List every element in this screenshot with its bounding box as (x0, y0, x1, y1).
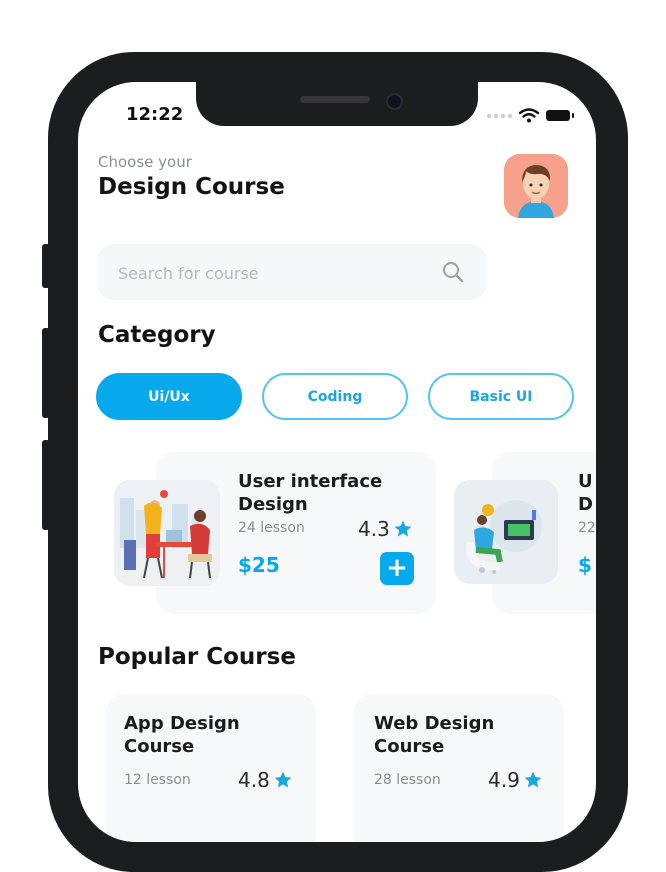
course-price: $25 (238, 553, 280, 577)
popular-heading: Popular Course (98, 644, 296, 670)
page-title: Design Course (98, 174, 285, 200)
mute-switch (42, 244, 50, 288)
notch (196, 82, 478, 126)
popular-lesson-count: 12 lesson (124, 772, 191, 788)
course-title-line2: Design (238, 494, 308, 515)
category-chip-uiux[interactable]: Ui/Ux (96, 373, 242, 420)
star-icon (524, 771, 542, 788)
category-chip-coding[interactable]: Coding (262, 373, 408, 420)
avatar[interactable] (504, 154, 568, 218)
search-input[interactable] (116, 244, 420, 302)
popular-2-lesson-count: 28 lesson (374, 772, 441, 788)
course-2-lesson-count: 22 (578, 520, 596, 536)
course-rating-value: 4.3 (358, 517, 390, 541)
course-lesson-count: 24 lesson (238, 520, 305, 536)
popular-2-rating-value: 4.9 (488, 768, 520, 792)
star-icon (394, 520, 412, 537)
popular-title-line1: App Design (124, 713, 240, 734)
popular-2-title-line1: Web Design (374, 713, 495, 734)
volume-down-button (42, 440, 50, 530)
popular-2-title-line2: Course (374, 736, 445, 757)
battery-icon (546, 110, 574, 121)
avatar-illustration (504, 154, 568, 218)
course-illustration-2 (454, 480, 558, 584)
signal-dots-icon (487, 113, 512, 118)
course-2-price: $ (578, 553, 592, 577)
popular-rating: 4.8 (238, 768, 293, 792)
volume-up-button (42, 328, 50, 418)
speaker (300, 96, 370, 103)
add-course-button[interactable]: + (380, 552, 414, 585)
star-icon (274, 771, 292, 788)
popular-rating-value: 4.8 (238, 768, 270, 792)
header-subtitle: Choose your (98, 153, 192, 171)
status-time: 12:22 (126, 104, 184, 125)
course-rating: 4.3 (358, 517, 413, 541)
status-icons (487, 108, 574, 123)
course-title-line1: User interface (238, 471, 383, 492)
category-chip-basic-ui[interactable]: Basic UI (428, 373, 574, 420)
popular-title-line2: Course (124, 736, 195, 757)
search-bar (98, 244, 486, 302)
popular-2-rating: 4.9 (488, 768, 543, 792)
power-button (620, 356, 628, 496)
course-2-title-line1: U (578, 471, 593, 492)
course-2-title-line2: D (578, 494, 593, 515)
search-icon[interactable] (442, 261, 464, 283)
course-illustration (114, 480, 220, 586)
front-camera (386, 93, 403, 110)
category-heading: Category (98, 322, 216, 348)
app-screen: 12:22 Choose your Design Course Cate (78, 82, 596, 842)
wifi-icon (519, 108, 539, 123)
